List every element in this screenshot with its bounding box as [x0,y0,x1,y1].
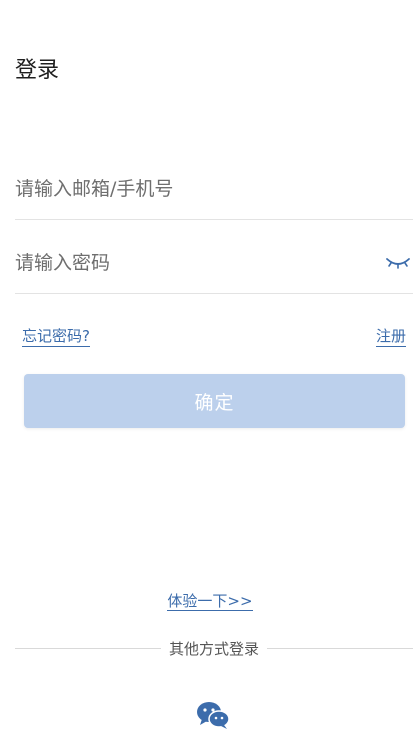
account-field [15,161,413,220]
trial-link-container: 体验一下>> [0,591,420,611]
password-field [15,235,413,294]
account-input[interactable] [15,161,375,217]
page-title: 登录 [15,58,60,83]
divider-line-right [267,647,414,649]
register-link[interactable]: 注册 [375,326,406,347]
other-login-label: 其他方式登录 [169,639,260,658]
eye-closed-icon[interactable] [385,253,411,273]
trial-link[interactable]: 体验一下>> [167,592,253,611]
wechat-icon[interactable] [196,700,230,730]
password-input[interactable] [15,235,375,291]
forgot-password-link[interactable]: 忘记密码? [22,326,90,347]
confirm-button[interactable]: 确定 [24,374,405,428]
divider-line-left [15,647,161,649]
other-login-divider: 其他方式登录 [15,638,414,658]
login-page: 登录 忘记密码? 注册 确定 体验一下>> 其他方式登录 [0,0,420,748]
